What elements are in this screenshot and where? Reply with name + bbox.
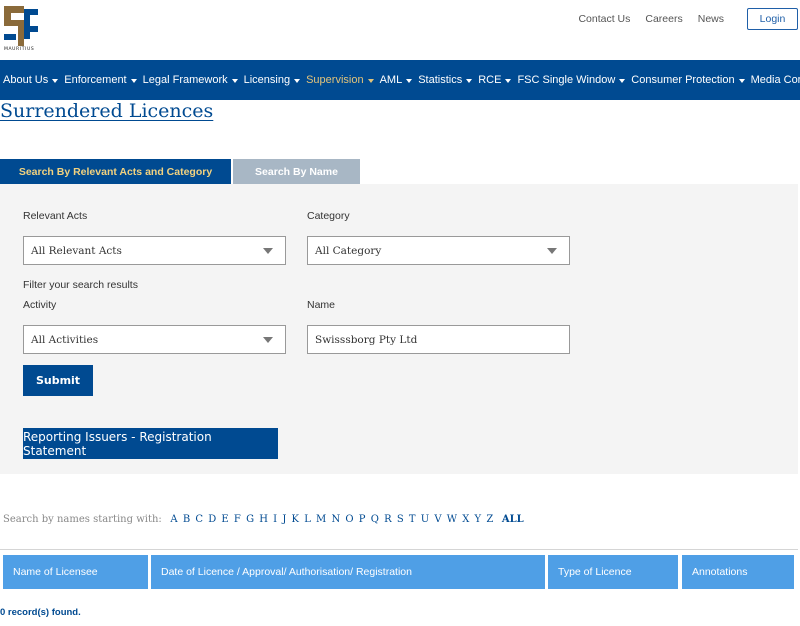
nav-item-statistics[interactable]: Statistics [418,74,473,86]
letter-l[interactable]: L [304,514,311,525]
letter-k[interactable]: K [292,514,299,525]
category-select[interactable]: All Category [307,236,570,265]
filter-hint: Filter your search results [23,279,138,291]
name-input[interactable]: Swisssborg Pty Ltd [307,325,570,354]
letter-u[interactable]: U [421,514,429,525]
letter-w[interactable]: W [447,514,457,525]
login-button[interactable]: Login [747,8,798,30]
relevant-acts-select[interactable]: All Relevant Acts [23,236,286,265]
nav-label: Media Corner [750,74,800,86]
nav-label: RCE [478,74,502,86]
fsc-logo[interactable]: MAURITIUS [4,6,40,54]
caret-down-icon [130,79,137,83]
letter-z[interactable]: Z [486,514,493,525]
nav-label: Supervision [306,74,364,86]
alphabet-label: Search by names starting with: [3,514,162,525]
letter-o[interactable]: O [345,514,353,525]
reporting-issuers-button[interactable]: Reporting Issuers - Registration Stateme… [23,428,278,459]
relevant-acts-value: All Relevant Acts [31,244,122,257]
nav-item-about-us[interactable]: About Us [3,74,59,86]
letter-b[interactable]: B [183,514,190,525]
letter-all[interactable]: ALL [502,514,524,525]
search-panel: Relevant Acts All Relevant Acts Category… [0,184,798,474]
tab-search-by-acts[interactable]: Search By Relevant Acts and Category [0,159,231,184]
dropdown-arrow-icon [547,248,557,254]
letter-y[interactable]: Y [475,514,482,525]
activity-label: Activity [23,299,57,311]
letter-e[interactable]: E [221,514,228,525]
caret-down-icon [505,79,512,83]
name-label: Name [307,299,336,311]
nav-label: AML [379,74,403,86]
category-label: Category [307,210,350,222]
nav-item-consumer-protection[interactable]: Consumer Protection [631,74,745,86]
fsc-logo-icon [4,6,38,46]
caret-down-icon [231,79,238,83]
letter-t[interactable]: T [409,514,416,525]
news-link[interactable]: News [698,13,724,25]
nav-item-legal-framework[interactable]: Legal Framework [143,74,238,86]
activity-value: All Activities [31,333,99,346]
letter-q[interactable]: Q [371,514,379,525]
letter-g[interactable]: G [246,514,254,525]
letter-x[interactable]: X [462,514,469,525]
column-header-type: Type of Licence [548,555,678,589]
nav-label: Enforcement [64,74,127,86]
column-header-annotations: Annotations [682,555,794,589]
caret-down-icon [52,79,59,83]
tab-search-by-name[interactable]: Search By Name [233,159,360,184]
top-links: Contact Us Careers News [578,13,724,25]
nav-label: FSC Single Window [517,74,616,86]
letter-a[interactable]: A [170,514,177,525]
dropdown-arrow-icon [263,248,273,254]
nav-item-licensing[interactable]: Licensing [243,74,301,86]
letter-i[interactable]: I [273,514,277,525]
letter-p[interactable]: P [359,514,366,525]
letter-f[interactable]: F [234,514,241,525]
column-header-date: Date of Licence / Approval/ Authorisatio… [151,555,545,589]
alphabet-filter: Search by names starting with: ABCDEFGHI… [3,514,526,525]
letter-c[interactable]: C [195,514,203,525]
category-value: All Category [315,244,382,257]
letter-j[interactable]: J [282,514,286,525]
main-nav: About Us Enforcement Legal Framework Lic… [0,60,800,100]
nav-label: About Us [3,74,49,86]
activity-select[interactable]: All Activities [23,325,286,354]
relevant-acts-label: Relevant Acts [23,210,88,222]
alphabet-letters: ABCDEFGHIJKLMNOPQRSTUVWXYZ [168,514,496,525]
caret-down-icon [466,79,473,83]
nav-item-media-corner[interactable]: Media Corner [751,74,800,86]
divider [0,549,798,550]
letter-d[interactable]: D [208,514,216,525]
letter-m[interactable]: M [316,514,326,525]
letter-n[interactable]: N [331,514,340,525]
nav-item-enforcement[interactable]: Enforcement [64,74,137,86]
nav-label: Consumer Protection [631,74,735,86]
contact-us-link[interactable]: Contact Us [578,13,630,25]
caret-down-icon [738,79,745,83]
nav-item-fsc-single-window[interactable]: FSC Single Window [517,74,626,86]
caret-down-icon [619,79,626,83]
letter-v[interactable]: V [434,514,441,525]
submit-button[interactable]: Submit [23,365,93,396]
nav-item-aml[interactable]: AML [380,74,413,86]
records-count: 0 record(s) found. [0,607,81,618]
careers-link[interactable]: Careers [645,13,682,25]
caret-down-icon [294,79,301,83]
nav-label: Licensing [243,74,291,86]
nav-label: Statistics [418,74,463,86]
logo-caption: MAURITIUS [4,47,35,52]
site-header: MAURITIUS Contact Us Careers News Login [0,0,800,60]
letter-s[interactable]: S [397,514,404,525]
nav-item-supervision[interactable]: Supervision [306,74,374,86]
column-header-name: Name of Licensee [3,555,148,589]
page-title[interactable]: Surrendered Licences [0,100,213,122]
dropdown-arrow-icon [263,337,273,343]
letter-h[interactable]: H [259,514,268,525]
letter-r[interactable]: R [384,514,392,525]
nav-item-rce[interactable]: RCE [478,74,512,86]
caret-down-icon [406,79,413,83]
nav-label: Legal Framework [142,74,228,86]
caret-down-icon [367,79,374,83]
